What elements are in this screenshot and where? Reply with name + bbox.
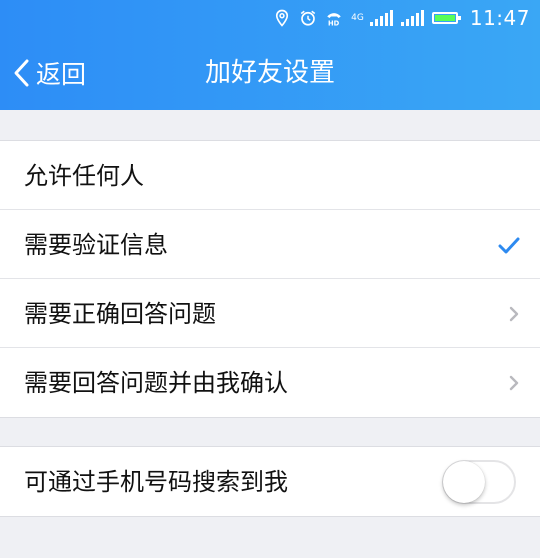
option-label: 需要验证信息	[24, 230, 168, 259]
checkmark-icon	[498, 236, 520, 254]
nav-bar: 返回 加好友设置	[0, 36, 540, 110]
phone-search-label: 可通过手机号码搜索到我	[24, 467, 288, 496]
add-friend-options: 允许任何人 需要验证信息 需要正确回答问题 需要回答问题并由我确认	[0, 140, 540, 418]
signal-icon	[400, 10, 424, 26]
battery-icon	[431, 12, 461, 24]
chevron-right-icon	[508, 305, 520, 323]
header: HD 4G 11:47 返回 加好友设置	[0, 0, 540, 110]
option-answer-question[interactable]: 需要正确回答问题	[0, 278, 540, 348]
option-answer-and-confirm[interactable]: 需要回答问题并由我确认	[0, 347, 540, 417]
status-icons: HD 4G 11:47	[273, 6, 530, 30]
network-type: 4G	[351, 12, 364, 23]
phone-search-row: 可通过手机号码搜索到我	[0, 447, 540, 516]
chevron-right-icon	[508, 374, 520, 392]
alarm-icon	[300, 10, 316, 26]
app-root: HD 4G 11:47 返回 加好友设置 允许任何人 需要验证信息 需要正确回答…	[0, 0, 540, 558]
phone-search-section: 可通过手机号码搜索到我	[0, 446, 540, 517]
svg-text:HD: HD	[328, 20, 340, 28]
option-allow-anyone[interactable]: 允许任何人	[0, 141, 540, 210]
option-label: 允许任何人	[24, 161, 144, 190]
status-bar: HD 4G 11:47	[0, 0, 540, 36]
page-title: 加好友设置	[204, 58, 335, 88]
option-require-verification[interactable]: 需要验证信息	[0, 209, 540, 279]
status-time: 11:47	[469, 6, 530, 30]
hd-call-icon: HD	[327, 13, 341, 28]
toggle-knob	[443, 460, 485, 503]
location-icon	[276, 9, 289, 27]
signal-icon	[369, 10, 393, 26]
phone-search-toggle[interactable]	[442, 459, 516, 504]
option-label: 需要回答问题并由我确认	[24, 368, 288, 397]
option-label: 需要正确回答问题	[24, 299, 216, 328]
